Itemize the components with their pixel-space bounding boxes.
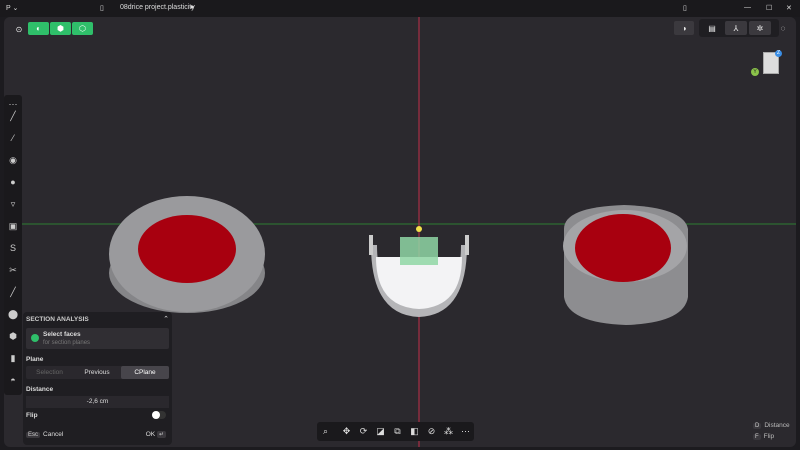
close-button[interactable]: ✕ — [786, 4, 792, 12]
knob-model — [563, 205, 688, 325]
cylinder-icon[interactable]: ▮ — [4, 349, 22, 367]
plane-label: Plane — [26, 356, 44, 363]
more-icon[interactable]: ⋯ — [457, 423, 474, 440]
status-dot-icon — [31, 334, 39, 342]
object-select-button[interactable]: ⬡ — [72, 22, 93, 35]
gizmo-y[interactable]: Y — [751, 68, 759, 76]
ok-button[interactable]: OK — [146, 431, 155, 438]
dome-icon[interactable]: ◓ — [4, 371, 22, 389]
section-analysis-panel: SECTION ANALYSIS ⌃ Select faces for sect… — [23, 312, 172, 445]
rotate-icon[interactable]: ⟳ — [355, 423, 372, 440]
shortcut-flip: F Flip — [753, 433, 775, 440]
orbit-icon[interactable]: ◌ — [776, 21, 790, 35]
esc-key: Esc — [26, 432, 41, 438]
curve-icon[interactable]: ⁄ — [4, 129, 22, 147]
disc-model — [109, 196, 265, 313]
plane-option-cplane[interactable]: CPlane — [121, 366, 169, 379]
gizmo-z[interactable]: Z — [775, 50, 782, 57]
solid-circle-icon[interactable]: ⬤ — [4, 305, 22, 323]
cancel-button[interactable]: Cancel — [43, 431, 63, 438]
select-faces-field[interactable]: Select faces for section planes — [26, 328, 169, 349]
pen-icon[interactable]: ╱ — [4, 283, 22, 301]
shortcut-distance: D Distance — [753, 422, 790, 429]
circle-icon[interactable]: ◉ — [4, 151, 22, 169]
scissors-icon[interactable]: ✂ — [4, 261, 22, 279]
render-mode-icon[interactable]: ✲ — [749, 21, 771, 35]
plane-option-previous[interactable]: Previous — [73, 366, 121, 379]
axes-icon[interactable]: ⅄ — [725, 21, 747, 35]
line-icon[interactable]: ╱ — [4, 107, 22, 125]
move-icon[interactable]: ✥ — [338, 423, 355, 440]
flip-label: Flip — [26, 412, 38, 419]
rectangle-icon[interactable]: ▣ — [4, 217, 22, 235]
left-toolbar: ⋯ ╱ ⁄ ◉ ● ▿ ▣ S ✂ ╱ ⬤ ⬢ ▮ ◓ — [4, 95, 22, 395]
face-select-button[interactable]: ◐ — [28, 22, 49, 35]
enter-key: ↵ — [156, 431, 166, 438]
flip-toggle[interactable] — [152, 411, 166, 419]
boolean-icon[interactable]: ◧ — [406, 423, 423, 440]
plane-option-selection[interactable]: Selection — [26, 366, 73, 379]
distance-input[interactable]: -2,6 cm — [26, 396, 169, 408]
sphere-icon[interactable]: ● — [4, 173, 22, 191]
xray-icon[interactable]: ◑ — [674, 21, 694, 35]
shortcut-hints: D Distance F Flip — [753, 422, 790, 440]
cylinder-cut-icon[interactable]: ▿ — [4, 195, 22, 213]
maximize-button[interactable]: ☐ — [766, 4, 772, 12]
mix-icon[interactable]: ⁂ — [440, 423, 457, 440]
bottom-toolbar: ⌕ ✥ ⟳ ◪ ⧉ ◧ ⊘ ⁂ ⋯ — [317, 422, 474, 441]
link-icon[interactable]: ⊘ — [423, 423, 440, 440]
select-label: Select faces — [43, 331, 81, 338]
solid-select-button[interactable]: ⬢ — [50, 22, 71, 35]
search-icon[interactable]: ⌕ — [317, 423, 334, 440]
distance-label: Distance — [26, 386, 54, 393]
plane-selector: Selection Previous CPlane — [26, 366, 169, 379]
spline-icon[interactable]: S — [4, 239, 22, 257]
collapse-icon[interactable]: ⌃ — [26, 315, 169, 323]
sidebar-toggle-icon[interactable]: ▯ — [100, 4, 104, 12]
select-hint: for section planes — [43, 340, 91, 346]
title-bar: P ⌄ ▯ 08drice project.plasticity ● ▯ — ☐… — [0, 0, 800, 17]
unsaved-dot-icon: ● — [190, 4, 195, 11]
minimize-button[interactable]: — — [744, 4, 751, 11]
panel-toggle-icon[interactable]: ▯ — [683, 4, 687, 12]
settings-icon[interactable]: ⊙ — [12, 22, 26, 36]
duplicate-icon[interactable]: ⧉ — [389, 423, 406, 440]
box-icon[interactable]: ⬢ — [4, 327, 22, 345]
app-menu[interactable]: P ⌄ — [6, 4, 18, 12]
window-title: 08drice project.plasticity — [120, 4, 195, 11]
view-front-icon[interactable]: ▤ — [702, 21, 722, 35]
cup-model — [369, 226, 469, 317]
scale-icon[interactable]: ◪ — [372, 423, 389, 440]
